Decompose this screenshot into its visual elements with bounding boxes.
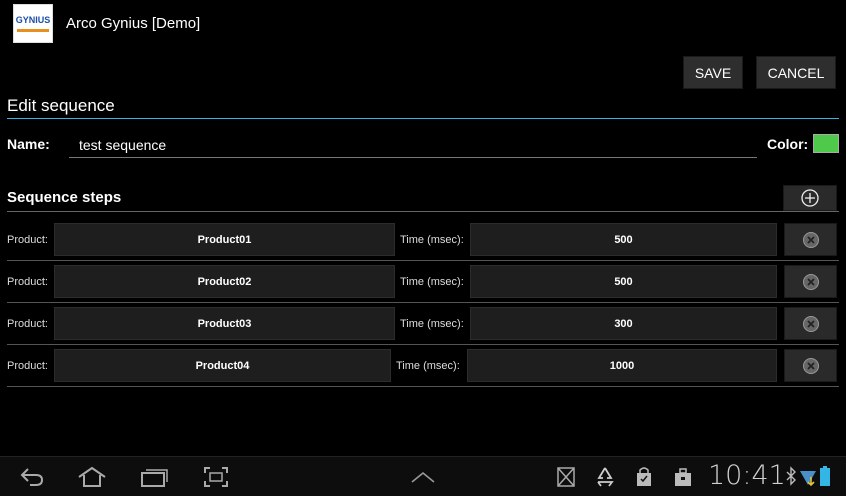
no-sim-icon <box>557 467 575 487</box>
row-divider <box>7 260 839 261</box>
time-label: Time (msec): <box>400 234 464 246</box>
app-logo: GYNIUS <box>13 4 53 43</box>
remove-circle-icon <box>802 273 819 290</box>
product-field[interactable]: Product04 <box>54 349 391 382</box>
edit-sequence-heading: Edit sequence <box>7 96 115 115</box>
step-row: Product: Product04 Time (msec): 1000 <box>0 349 846 391</box>
row-divider <box>7 386 839 387</box>
name-field[interactable] <box>69 132 757 158</box>
remove-circle-icon <box>802 357 819 374</box>
row-divider <box>7 344 839 345</box>
cancel-button[interactable]: CANCEL <box>756 56 836 89</box>
add-circle-icon <box>801 189 819 207</box>
save-button[interactable]: SAVE <box>683 56 743 89</box>
product-label: Product: <box>7 276 48 288</box>
system-bar: 10:41 <box>0 456 846 496</box>
logo-text: GYNIUS <box>15 15 51 25</box>
menu-up-icon[interactable] <box>409 465 437 489</box>
clock: 10:41 <box>708 460 786 491</box>
product-field[interactable]: Product01 <box>54 223 395 256</box>
color-swatch[interactable] <box>813 134 839 153</box>
remove-circle-icon <box>802 315 819 332</box>
color-label: Color: <box>767 136 809 152</box>
time-label: Time (msec): <box>400 276 464 288</box>
bluetooth-icon <box>786 466 796 486</box>
step-row: Product: Product03 Time (msec): 300 <box>0 307 846 349</box>
time-field[interactable]: 500 <box>470 265 777 298</box>
delete-step-button[interactable] <box>784 349 837 382</box>
add-step-button[interactable] <box>783 185 837 211</box>
step-row: Product: Product02 Time (msec): 500 <box>0 265 846 307</box>
back-icon[interactable] <box>18 465 46 489</box>
recycle-icon <box>597 467 614 487</box>
product-label: Product: <box>7 234 48 246</box>
row-divider <box>7 302 839 303</box>
delete-step-button[interactable] <box>784 223 837 256</box>
home-icon[interactable] <box>76 465 108 489</box>
app-title: Arco Gynius [Demo] <box>66 15 201 32</box>
heading-divider <box>7 118 839 119</box>
steps-divider <box>7 211 839 212</box>
time-field[interactable]: 300 <box>470 307 777 340</box>
product-field[interactable]: Product02 <box>54 265 395 298</box>
time-label: Time (msec): <box>396 360 460 372</box>
product-label: Product: <box>7 318 48 330</box>
time-label: Time (msec): <box>400 318 464 330</box>
product-label: Product: <box>7 360 48 372</box>
name-label: Name: <box>7 136 50 152</box>
wifi-icon <box>800 471 816 487</box>
step-row: Product: Product01 Time (msec): 500 <box>0 223 846 265</box>
time-field[interactable]: 1000 <box>467 349 777 382</box>
action-bar: GYNIUS Arco Gynius [Demo] <box>0 0 846 46</box>
briefcase-icon <box>675 468 691 486</box>
recent-apps-icon[interactable] <box>140 465 170 489</box>
battery-icon <box>820 466 830 486</box>
logo-underline <box>17 29 49 32</box>
delete-step-button[interactable] <box>784 265 837 298</box>
time-field[interactable]: 500 <box>470 223 777 256</box>
remove-circle-icon <box>802 231 819 248</box>
sequence-steps-heading: Sequence steps <box>7 189 122 206</box>
screenshot-icon[interactable] <box>202 465 230 489</box>
shopping-bag-icon <box>637 467 651 486</box>
product-field[interactable]: Product03 <box>54 307 395 340</box>
delete-step-button[interactable] <box>784 307 837 340</box>
